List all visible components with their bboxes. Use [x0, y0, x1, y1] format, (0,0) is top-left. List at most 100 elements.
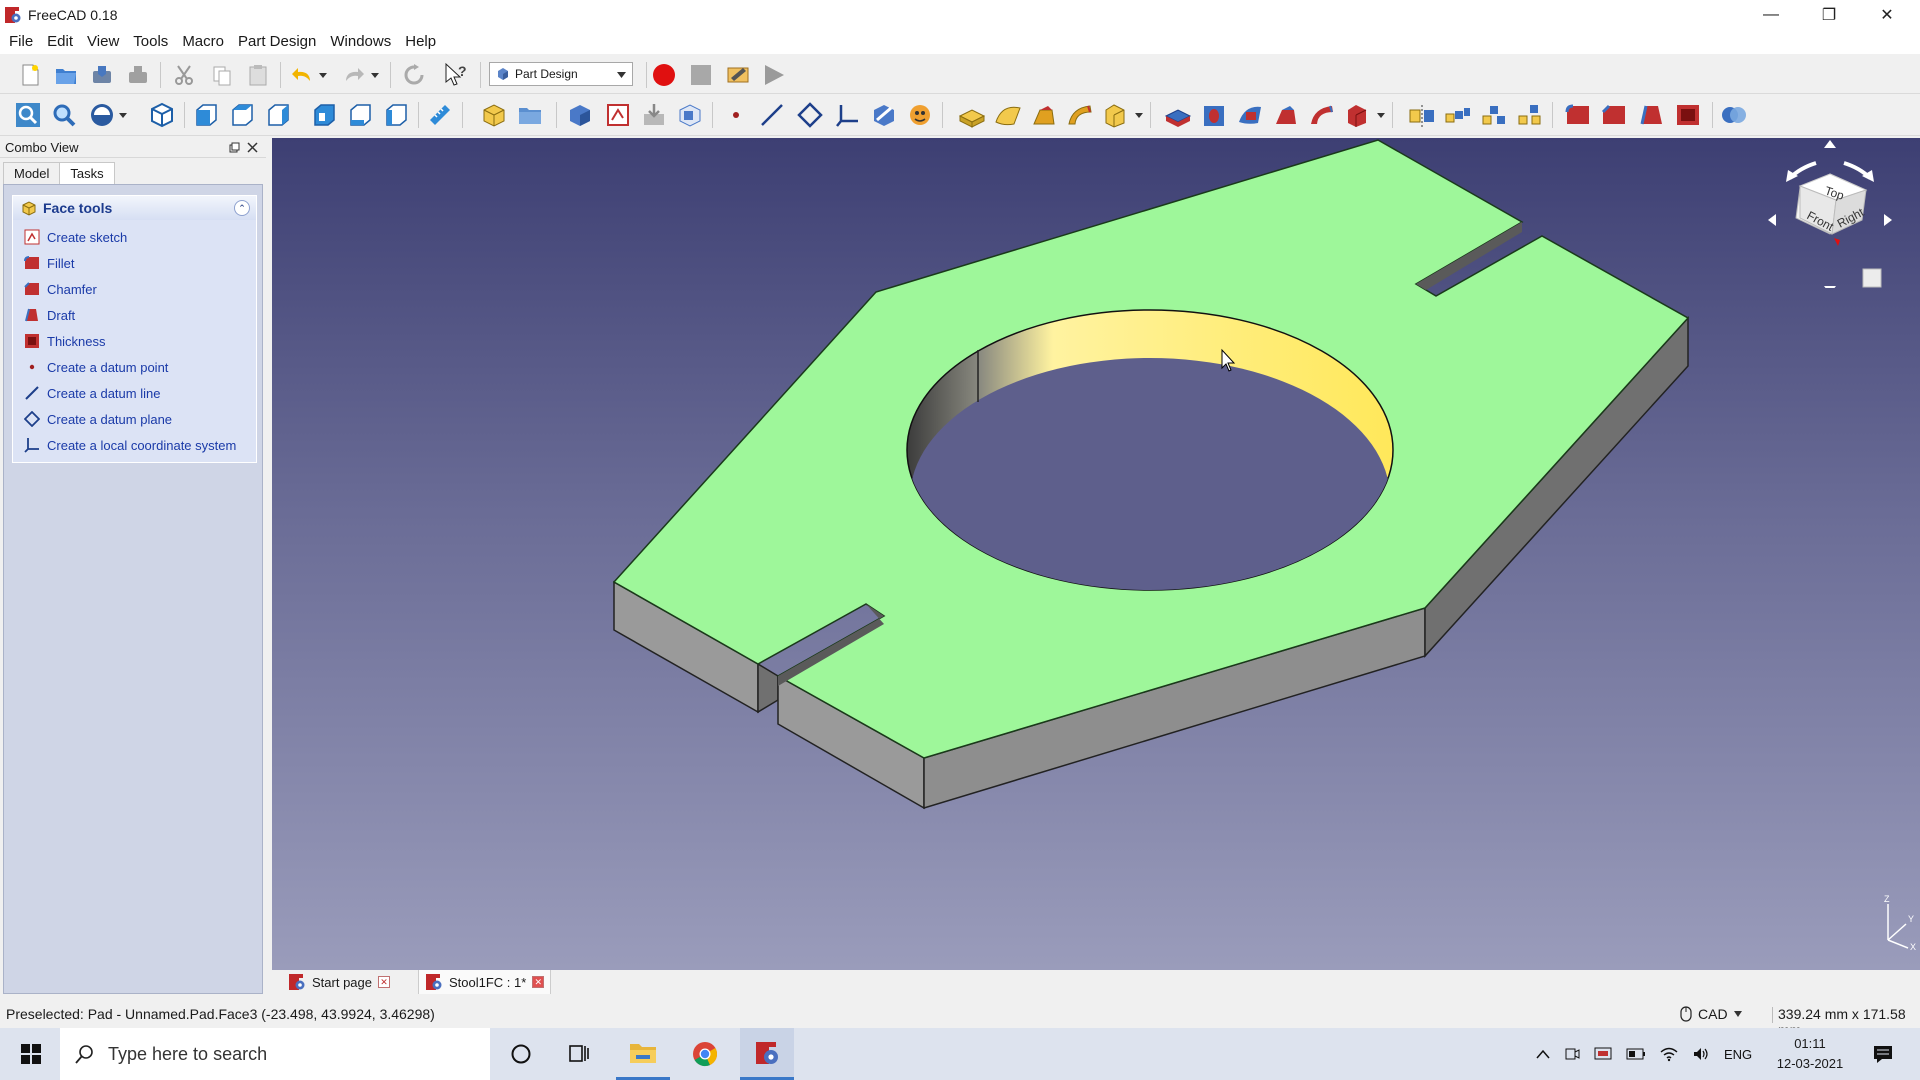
validate-sketch-icon[interactable] — [640, 101, 668, 129]
task-datum-point[interactable]: Create a datum point — [13, 354, 256, 380]
thickness-icon[interactable] — [1674, 101, 1702, 129]
draw-style-icon[interactable] — [88, 101, 116, 129]
chevron-up-icon[interactable] — [1536, 1049, 1550, 1059]
isometric-view-icon[interactable] — [148, 101, 176, 129]
groove-icon[interactable] — [1236, 101, 1264, 129]
minimize-button[interactable]: — — [1742, 0, 1800, 30]
draft-icon[interactable] — [1638, 101, 1666, 129]
language-indicator[interactable]: ENG — [1724, 1047, 1752, 1062]
open-file-icon[interactable] — [52, 61, 80, 89]
menu-help[interactable]: Help — [398, 30, 443, 54]
front-view-icon[interactable] — [192, 101, 220, 129]
fit-all-icon[interactable] — [14, 101, 42, 129]
task-create-sketch[interactable]: Create sketch — [13, 224, 256, 250]
shape-binder-icon[interactable] — [870, 101, 898, 129]
additive-loft-icon[interactable] — [1030, 101, 1058, 129]
undo-icon[interactable] — [288, 61, 316, 89]
redo-dropdown-icon[interactable] — [368, 61, 382, 89]
menu-macro[interactable]: Macro — [175, 30, 231, 54]
additive-primitive-dropdown-icon[interactable] — [1132, 101, 1146, 129]
create-sketch-icon[interactable] — [604, 101, 632, 129]
chrome-button[interactable] — [678, 1028, 732, 1080]
clock[interactable]: 01:11 12-03-2021 — [1768, 1034, 1852, 1074]
task-local-coordinate-system[interactable]: Create a local coordinate system — [13, 432, 256, 458]
hole-icon[interactable] — [1200, 101, 1228, 129]
chamfer-icon[interactable] — [1600, 101, 1628, 129]
boolean-operation-icon[interactable] — [1720, 101, 1748, 129]
subtractive-primitive-icon[interactable] — [1344, 101, 1372, 129]
refresh-icon[interactable] — [400, 61, 428, 89]
revolution-icon[interactable] — [994, 101, 1022, 129]
copy-icon[interactable] — [208, 61, 236, 89]
mirrored-icon[interactable] — [1408, 101, 1436, 129]
tab-tasks[interactable]: Tasks — [59, 162, 115, 184]
tab-model[interactable]: Model — [3, 162, 61, 184]
task-draft[interactable]: Draft — [13, 302, 256, 328]
left-view-icon[interactable] — [382, 101, 410, 129]
datum-point-icon[interactable] — [722, 101, 750, 129]
tab-stool1fc[interactable]: Stool1FC : 1* ✕ — [418, 970, 552, 994]
face-tools-header[interactable]: Face tools ⌃ — [13, 196, 256, 220]
additive-pipe-icon[interactable] — [1066, 101, 1094, 129]
draw-style-dropdown-icon[interactable] — [116, 101, 130, 129]
float-panel-icon[interactable] — [229, 142, 240, 153]
subtractive-primitive-dropdown-icon[interactable] — [1374, 101, 1388, 129]
navigation-style-selector[interactable]: CAD — [1680, 1000, 1742, 1028]
task-view-button[interactable] — [552, 1028, 606, 1080]
3d-viewport[interactable]: Top Front Right Z Y X — [272, 138, 1920, 970]
additive-primitive-icon[interactable] — [1102, 101, 1130, 129]
task-datum-plane[interactable]: Create a datum plane — [13, 406, 256, 432]
top-view-icon[interactable] — [228, 101, 256, 129]
save-icon[interactable] — [88, 61, 116, 89]
subtractive-pipe-icon[interactable] — [1308, 101, 1336, 129]
close-tab-icon[interactable]: ✕ — [378, 976, 390, 988]
fit-selection-icon[interactable] — [50, 101, 78, 129]
close-button[interactable]: ✕ — [1858, 0, 1916, 30]
subtractive-loft-icon[interactable] — [1272, 101, 1300, 129]
volume-icon[interactable] — [1692, 1046, 1710, 1062]
task-fillet[interactable]: Fillet — [13, 250, 256, 276]
taskbar-search-box[interactable]: Type here to search — [60, 1028, 490, 1080]
close-tab-icon[interactable]: ✕ — [532, 976, 545, 988]
navcube-menu-icon[interactable] — [1862, 268, 1882, 288]
cut-icon[interactable] — [170, 61, 198, 89]
measure-distance-icon[interactable] — [426, 101, 454, 129]
menu-file[interactable]: File — [2, 30, 40, 54]
pad-icon[interactable] — [958, 101, 986, 129]
pocket-icon[interactable] — [1164, 101, 1192, 129]
create-group-icon[interactable] — [516, 101, 544, 129]
right-view-icon[interactable] — [264, 101, 292, 129]
rear-view-icon[interactable] — [310, 101, 338, 129]
paste-icon[interactable] — [244, 61, 272, 89]
create-body-icon[interactable] — [566, 101, 594, 129]
execute-macro-icon[interactable] — [760, 61, 788, 89]
network-adapter-icon[interactable] — [1594, 1046, 1612, 1062]
multi-transform-icon[interactable] — [1516, 101, 1544, 129]
wifi-icon[interactable] — [1660, 1046, 1678, 1062]
workbench-selector[interactable]: Part Design — [489, 62, 633, 86]
task-thickness[interactable]: Thickness — [13, 328, 256, 354]
cortana-button[interactable] — [494, 1028, 548, 1080]
freecad-taskbar-button[interactable] — [740, 1028, 794, 1080]
menu-view[interactable]: View — [80, 30, 126, 54]
stop-macro-icon[interactable] — [687, 61, 715, 89]
bottom-view-icon[interactable] — [346, 101, 374, 129]
datum-plane-icon[interactable] — [796, 101, 824, 129]
redo-icon[interactable] — [340, 61, 368, 89]
macros-icon[interactable] — [724, 61, 752, 89]
map-sketch-icon[interactable] — [676, 101, 704, 129]
navigation-cube[interactable]: Top Front Right — [1760, 138, 1900, 288]
meet-now-icon[interactable] — [1564, 1046, 1580, 1062]
3d-model[interactable] — [272, 138, 1920, 970]
menu-windows[interactable]: Windows — [323, 30, 398, 54]
save-as-icon[interactable] — [124, 61, 152, 89]
menu-tools[interactable]: Tools — [126, 30, 175, 54]
battery-icon[interactable] — [1626, 1048, 1646, 1060]
polar-pattern-icon[interactable] — [1480, 101, 1508, 129]
close-panel-icon[interactable] — [247, 142, 258, 153]
task-chamfer[interactable]: Chamfer — [13, 276, 256, 302]
file-explorer-button[interactable] — [616, 1028, 670, 1080]
record-macro-icon[interactable] — [650, 61, 678, 89]
task-datum-line[interactable]: Create a datum line — [13, 380, 256, 406]
datum-line-icon[interactable] — [758, 101, 786, 129]
